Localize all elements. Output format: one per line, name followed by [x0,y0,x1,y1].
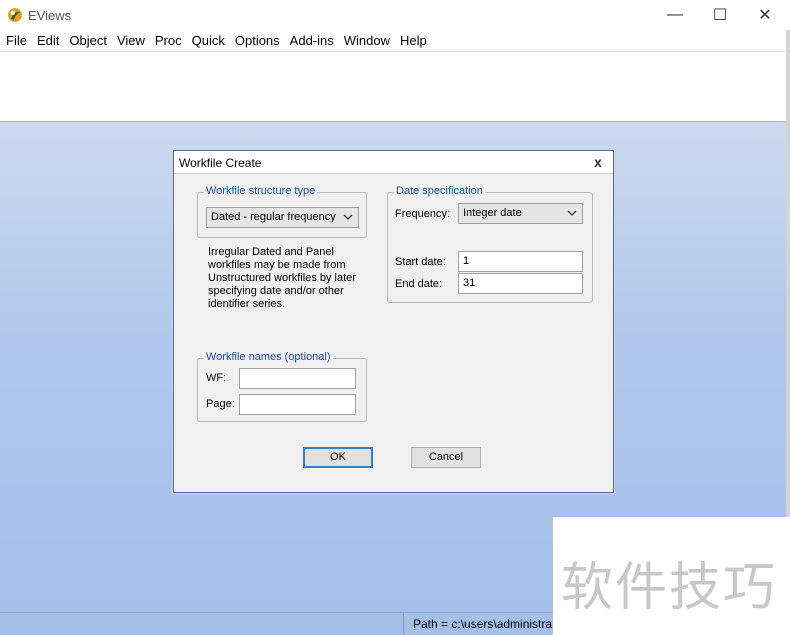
menu-proc[interactable]: Proc [150,30,187,51]
menu-view[interactable]: View [112,30,150,51]
workfile-create-dialog: Workfile Create x Workfile structure typ… [173,150,614,493]
dialog-close-icon[interactable]: x [594,154,602,170]
end-date-field[interactable]: 31 [458,273,583,294]
wf-name-field[interactable] [239,368,356,389]
menu-window[interactable]: Window [339,30,395,51]
window-title: EViews [28,8,72,23]
menu-file[interactable]: File [1,30,32,51]
info-line: Unstructured workfiles by later [208,272,356,284]
watermark-panel: 软件技巧 [553,517,790,635]
cancel-button[interactable]: Cancel [411,447,481,468]
dialog-title-bar: Workfile Create x [174,151,613,174]
menu-edit[interactable]: Edit [32,30,64,51]
start-date-field[interactable]: 1 [458,251,583,272]
date-spec-group: Date specification Frequency: Integer da… [387,185,593,303]
workfile-names-group: Workfile names (optional) WF: Page: [197,351,367,422]
menu-object[interactable]: Object [64,30,112,51]
info-line: Irregular Dated and Panel [208,246,334,258]
eviews-logo-icon [8,8,22,22]
chevron-down-icon [343,214,353,220]
page-name-field[interactable] [239,394,356,415]
title-bar: EViews — ☐ ✕ [0,0,790,30]
workfile-names-legend: Workfile names (optional) [204,351,333,363]
status-path: Path = c:\users\administra [413,617,553,631]
structure-info-text: Irregular Dated and Panel workfiles may … [208,246,368,311]
info-line: identifier series. [208,298,286,310]
status-divider [403,613,404,635]
structure-type-group: Workfile structure type Dated - regular … [197,185,367,238]
menu-options[interactable]: Options [230,30,285,51]
ok-button[interactable]: OK [303,447,373,468]
menu-quick[interactable]: Quick [187,30,230,51]
chevron-down-icon [567,210,577,216]
minimize-button[interactable]: — [652,0,698,30]
frequency-select[interactable]: Integer date [458,203,583,224]
dialog-title: Workfile Create [179,156,262,170]
date-spec-legend: Date specification [394,185,485,197]
command-window[interactable] [0,51,786,121]
maximize-button[interactable]: ☐ [697,0,743,30]
menu-bar: File Edit Object View Proc Quick Options… [0,30,790,51]
info-line: specifying date and/or other [208,285,344,297]
structure-type-legend: Workfile structure type [204,185,318,197]
end-date-label: End date: [395,278,443,290]
start-date-label: Start date: [395,256,446,268]
watermark-text: 软件技巧 [561,558,778,618]
menu-help[interactable]: Help [395,30,432,51]
structure-type-select[interactable]: Dated - regular frequency [206,207,359,228]
page-label: Page: [206,398,235,410]
wf-label: WF: [206,372,227,384]
frequency-value: Integer date [463,207,522,219]
frequency-label: Frequency: [395,208,451,220]
menu-add-ins[interactable]: Add-ins [285,30,339,51]
close-button[interactable]: ✕ [742,0,788,30]
info-line: workfiles may be made from [208,259,346,271]
structure-type-value: Dated - regular frequency [211,211,336,223]
